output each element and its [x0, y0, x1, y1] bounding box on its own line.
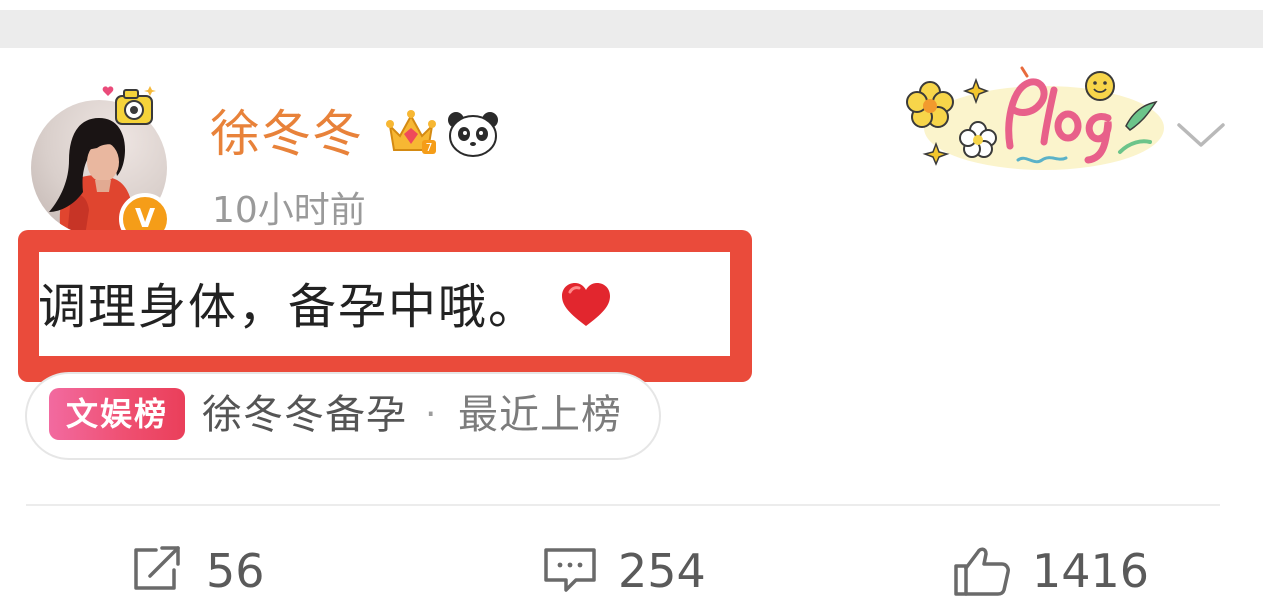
chevron-down-icon[interactable] [1176, 120, 1226, 150]
divider [26, 504, 1220, 506]
topic-title[interactable]: 徐冬冬备孕 [202, 387, 407, 443]
share-icon [134, 546, 180, 590]
post-timestamp: 10小时前 [212, 190, 366, 231]
author-name[interactable]: 徐冬冬 [210, 104, 363, 164]
topic-separator: · [425, 394, 437, 435]
thumbs-up-icon [954, 547, 1010, 596]
topic-status: 最近上榜 [458, 392, 622, 438]
heart-icon [562, 283, 610, 326]
separator-band [0, 10, 1263, 48]
svg-text:7: 7 [426, 141, 433, 154]
like-count: 1416 [1032, 544, 1150, 598]
repost-count: 56 [206, 544, 265, 598]
top-strip [0, 0, 1263, 10]
comment-count: 254 [618, 544, 706, 598]
comment-icon [544, 548, 596, 592]
plog-sticker-icon [906, 66, 1164, 170]
comment-button[interactable]: 254 [542, 538, 722, 604]
topic-badge: 文娱榜 [49, 388, 185, 440]
camera-sticker-icon [102, 86, 156, 125]
like-button[interactable]: 1416 [952, 538, 1152, 604]
repost-button[interactable]: 56 [130, 538, 280, 604]
panda-icon [448, 112, 498, 157]
crown-icon: 7 [386, 110, 436, 154]
weibo-post-card: V 徐冬冬 7 10小时前 调理身体，备孕中哦。 文娱榜 徐冬冬备孕 · 最近上… [0, 0, 1263, 604]
post-text: 调理身体，备孕中哦。 [38, 279, 539, 335]
